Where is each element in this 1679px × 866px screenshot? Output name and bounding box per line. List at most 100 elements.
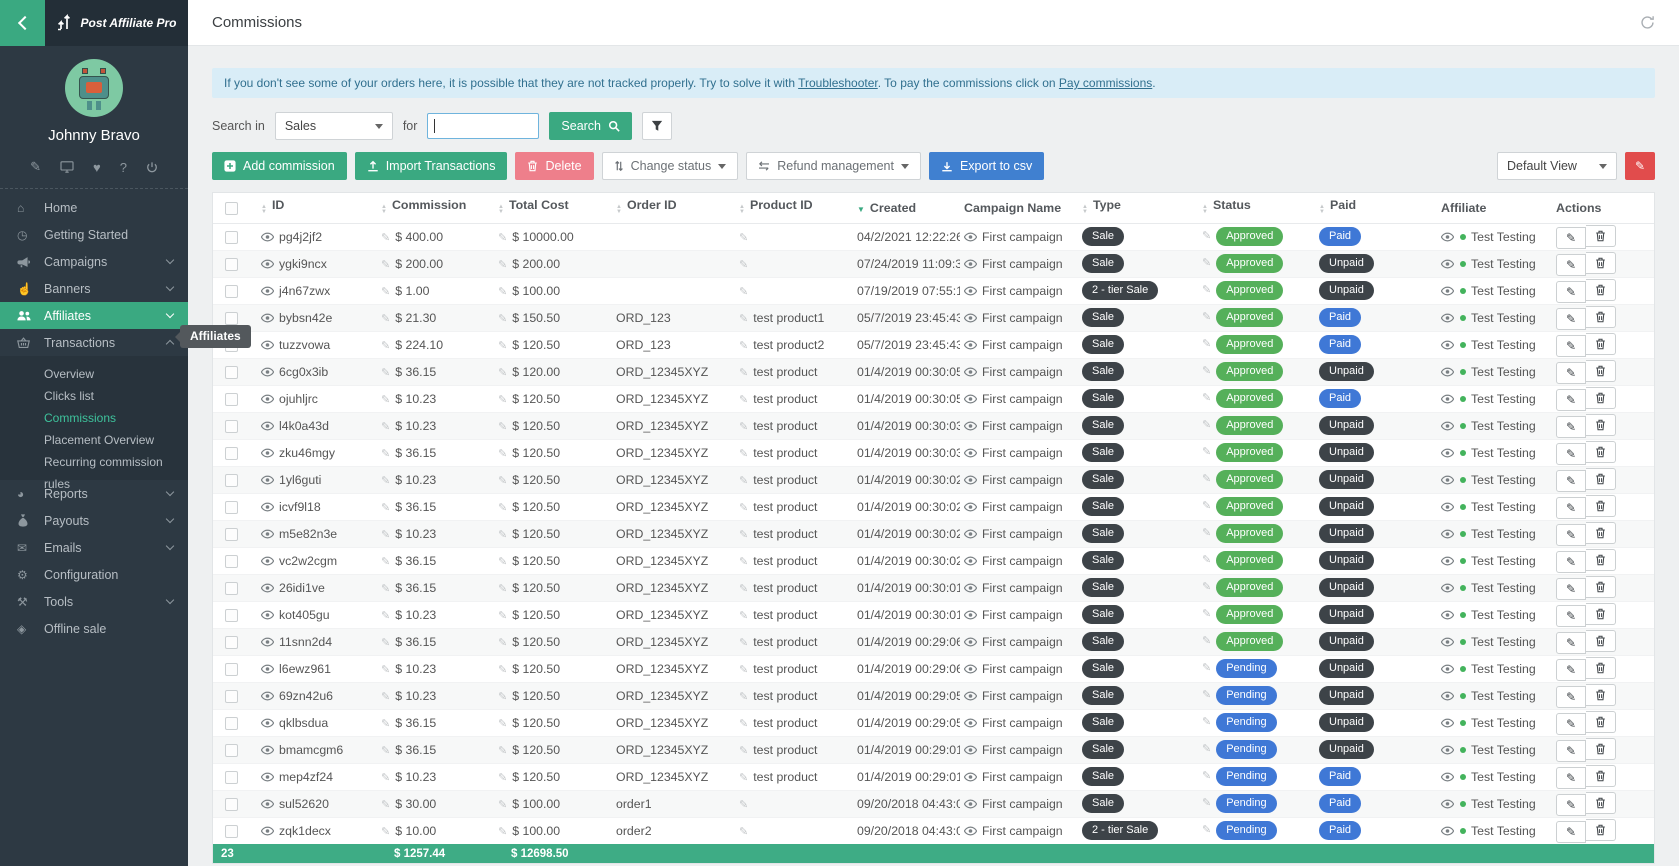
sidebar-item-getting-started[interactable]: ◷ Getting Started	[0, 221, 188, 248]
sidebar-item-affiliates[interactable]: Affiliates	[0, 302, 188, 329]
pencil-icon[interactable]: ✎	[739, 718, 748, 730]
pencil-icon[interactable]: ✎	[739, 259, 748, 271]
row-checkbox[interactable]	[225, 582, 238, 595]
eye-icon[interactable]	[964, 475, 977, 485]
pencil-icon[interactable]: ✎	[381, 394, 390, 406]
sidebar-item-transactions[interactable]: Transactions	[0, 329, 188, 356]
pencil-icon[interactable]: ✎	[739, 448, 748, 460]
pencil-icon[interactable]: ✎	[498, 313, 507, 325]
sidebar-item-configuration[interactable]: ⚙ Configuration	[0, 561, 188, 588]
eye-icon[interactable]	[261, 394, 274, 404]
pencil-icon[interactable]: ✎	[381, 718, 390, 730]
edit-row-button[interactable]: ✎	[1556, 254, 1586, 276]
eye-icon[interactable]	[1441, 718, 1454, 728]
pencil-icon[interactable]: ✎	[739, 313, 748, 325]
delete-row-button[interactable]	[1586, 792, 1616, 814]
eye-icon[interactable]	[1441, 259, 1454, 269]
pencil-icon[interactable]: ✎	[739, 394, 748, 406]
column-header-order_id[interactable]: ▲▼Order ID	[612, 193, 735, 223]
pencil-icon[interactable]: ✎	[1202, 473, 1211, 485]
submenu-item-recurring-commission-rules[interactable]: Recurring commission rules	[0, 451, 188, 473]
delete-row-button[interactable]	[1586, 684, 1616, 706]
import-transactions-button[interactable]: Import Transactions	[355, 152, 508, 180]
eye-icon[interactable]	[964, 556, 977, 566]
eye-icon[interactable]	[261, 286, 274, 296]
pencil-icon[interactable]: ✎	[381, 745, 390, 757]
pencil-icon[interactable]: ✎	[1202, 689, 1211, 701]
eye-icon[interactable]	[1441, 664, 1454, 674]
pencil-icon[interactable]: ✎	[1202, 824, 1211, 836]
pencil-icon[interactable]: ✎	[1202, 338, 1211, 350]
eye-icon[interactable]	[261, 313, 274, 323]
pencil-icon[interactable]: ✎	[1202, 635, 1211, 647]
submenu-item-clicks-list[interactable]: Clicks list	[0, 385, 188, 407]
eye-icon[interactable]	[261, 367, 274, 377]
row-checkbox[interactable]	[225, 285, 238, 298]
pencil-icon[interactable]: ✎	[381, 340, 390, 352]
pencil-icon[interactable]: ✎	[739, 421, 748, 433]
pencil-icon[interactable]: ✎	[739, 556, 748, 568]
row-checkbox[interactable]	[225, 501, 238, 514]
pencil-icon[interactable]: ✎	[498, 664, 507, 676]
pencil-icon[interactable]: ✎	[739, 772, 748, 784]
row-checkbox[interactable]	[225, 528, 238, 541]
change-status-button[interactable]: Change status	[602, 152, 739, 180]
delete-row-button[interactable]	[1586, 306, 1616, 328]
eye-icon[interactable]	[964, 664, 977, 674]
eye-icon[interactable]	[964, 691, 977, 701]
eye-icon[interactable]	[1441, 340, 1454, 350]
row-checkbox[interactable]	[225, 690, 238, 703]
heart-icon[interactable]: ♥	[93, 159, 101, 175]
help-icon[interactable]: ?	[120, 159, 127, 175]
pencil-icon[interactable]: ✎	[739, 286, 748, 298]
delete-row-button[interactable]	[1586, 522, 1616, 544]
pencil-icon[interactable]: ✎	[498, 367, 507, 379]
pencil-icon[interactable]: ✎	[498, 394, 507, 406]
row-checkbox[interactable]	[225, 393, 238, 406]
eye-icon[interactable]	[964, 610, 977, 620]
column-header-total_cost[interactable]: ▲▼Total Cost	[494, 193, 612, 223]
pencil-icon[interactable]: ✎	[739, 745, 748, 757]
pencil-icon[interactable]: ✎	[1202, 770, 1211, 782]
edit-row-button[interactable]: ✎	[1556, 767, 1586, 789]
row-checkbox[interactable]	[225, 609, 238, 622]
pencil-icon[interactable]: ✎	[1202, 662, 1211, 674]
edit-row-button[interactable]: ✎	[1556, 497, 1586, 519]
pencil-icon[interactable]: ✎	[498, 691, 507, 703]
eye-icon[interactable]	[261, 232, 274, 242]
eye-icon[interactable]	[1441, 394, 1454, 404]
eye-icon[interactable]	[1441, 691, 1454, 701]
delete-row-button[interactable]	[1586, 333, 1616, 355]
column-header-status[interactable]: ▲▼Status	[1198, 193, 1315, 223]
edit-row-button[interactable]: ✎	[1556, 335, 1586, 357]
edit-row-button[interactable]: ✎	[1556, 740, 1586, 762]
eye-icon[interactable]	[964, 286, 977, 296]
pencil-icon[interactable]: ✎	[739, 664, 748, 676]
search-button[interactable]: Search	[549, 112, 632, 140]
delete-row-button[interactable]	[1586, 603, 1616, 625]
edit-row-button[interactable]: ✎	[1556, 632, 1586, 654]
pencil-icon[interactable]: ✎	[498, 529, 507, 541]
row-checkbox[interactable]	[225, 474, 238, 487]
pencil-icon[interactable]: ✎	[381, 367, 390, 379]
brand-logo[interactable]: Post Affiliate Pro	[45, 0, 188, 46]
submenu-item-commissions[interactable]: Commissions	[0, 407, 188, 429]
eye-icon[interactable]	[1441, 313, 1454, 323]
eye-icon[interactable]	[964, 421, 977, 431]
row-checkbox[interactable]	[225, 771, 238, 784]
eye-icon[interactable]	[964, 772, 977, 782]
sidebar-item-emails[interactable]: ✉ Emails	[0, 534, 188, 561]
delete-row-button[interactable]	[1586, 468, 1616, 490]
eye-icon[interactable]	[1441, 772, 1454, 782]
eye-icon[interactable]	[964, 718, 977, 728]
eye-icon[interactable]	[261, 421, 274, 431]
eye-icon[interactable]	[964, 367, 977, 377]
eye-icon[interactable]	[964, 826, 977, 836]
pencil-icon[interactable]: ✎	[1202, 716, 1211, 728]
eye-icon[interactable]	[261, 745, 274, 755]
edit-row-button[interactable]: ✎	[1556, 470, 1586, 492]
eye-icon[interactable]	[1441, 502, 1454, 512]
pencil-icon[interactable]: ✎	[498, 421, 507, 433]
column-header-product_id[interactable]: ▲▼Product ID	[735, 193, 853, 223]
sidebar-item-campaigns[interactable]: Campaigns	[0, 248, 188, 275]
